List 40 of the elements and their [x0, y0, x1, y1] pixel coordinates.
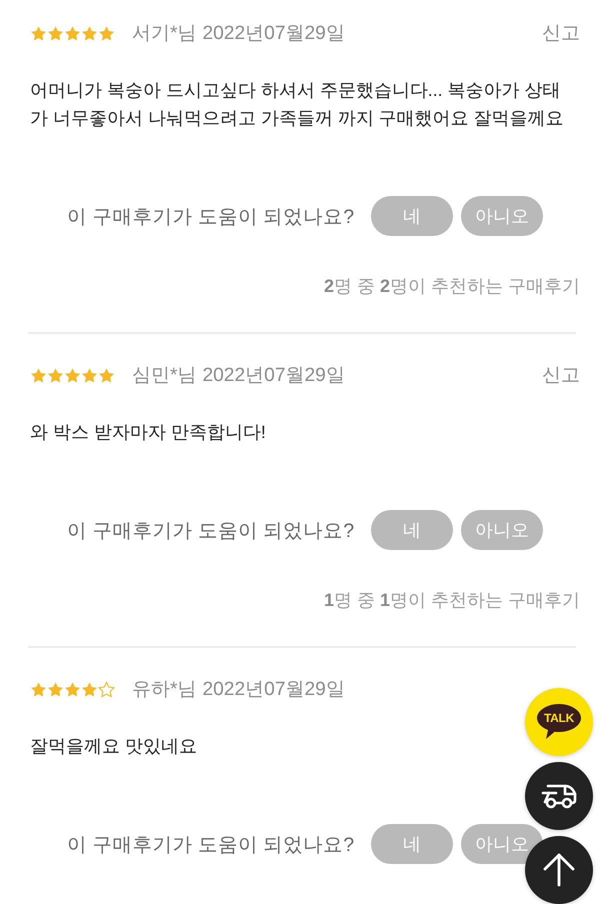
star-icon: [81, 366, 98, 384]
review-date: 2022년07월29일: [202, 22, 345, 46]
recommend-count: 1명 중 1명이 추천하는 구매후기: [322, 589, 580, 612]
chat-button[interactable]: TALK: [525, 688, 593, 756]
helpful-question: 이 구매후기가 도움이 되었나요?: [66, 518, 354, 544]
star-icon: [64, 366, 81, 384]
truck-icon: [540, 782, 578, 810]
review-text: 잘먹을께요 맛있네요: [30, 735, 198, 758]
report-link[interactable]: 신고: [542, 20, 580, 46]
star-icon: [30, 24, 47, 42]
review-text: 어머니가 복숭아 드시고싶다 하셔서 주문했습니다... 복숭아가 상태가 너무좋아서 나눠먹으려고 가족들꺼 까지 구매했어요 잘먹을께요: [30, 79, 564, 130]
helpful-question: 이 구매후기가 도움이 되었나요?: [66, 832, 354, 858]
no-button[interactable]: 아니오: [461, 510, 544, 550]
report-link[interactable]: 신고: [542, 362, 580, 388]
reviewer-name: 심민*님: [132, 364, 196, 388]
star-icon: [64, 24, 81, 42]
star-icon: [47, 366, 64, 384]
reviewer-name: 서기*님: [132, 22, 196, 46]
review-date: 2022년07월29일: [202, 678, 345, 702]
yes-button[interactable]: 네: [371, 510, 454, 550]
review-text: 와 박스 받자마자 만족합니다!: [30, 421, 267, 444]
star-icon: [30, 680, 47, 698]
review-date: 2022년07월29일: [202, 364, 345, 388]
reviewer-name: 유하*님: [132, 678, 196, 702]
star-icon: [47, 680, 64, 698]
yes-button[interactable]: 네: [371, 196, 454, 236]
star-icon: [81, 24, 98, 42]
no-button[interactable]: 아니오: [461, 824, 544, 864]
yes-button[interactable]: 네: [371, 824, 454, 864]
helpful-question: 이 구매후기가 도움이 되었나요?: [66, 204, 354, 230]
star-icon: [81, 680, 98, 698]
star-icon: [30, 366, 47, 384]
star-icon: [47, 24, 64, 42]
star-icon: [64, 680, 81, 698]
recommend-count: 2명 중 2명이 추천하는 구매후기: [322, 275, 580, 298]
star-icon: [98, 24, 115, 42]
delivery-button[interactable]: [525, 762, 593, 830]
no-button[interactable]: 아니오: [461, 196, 544, 236]
speech-bubble-icon: [536, 703, 582, 741]
star-icon: [98, 366, 115, 384]
